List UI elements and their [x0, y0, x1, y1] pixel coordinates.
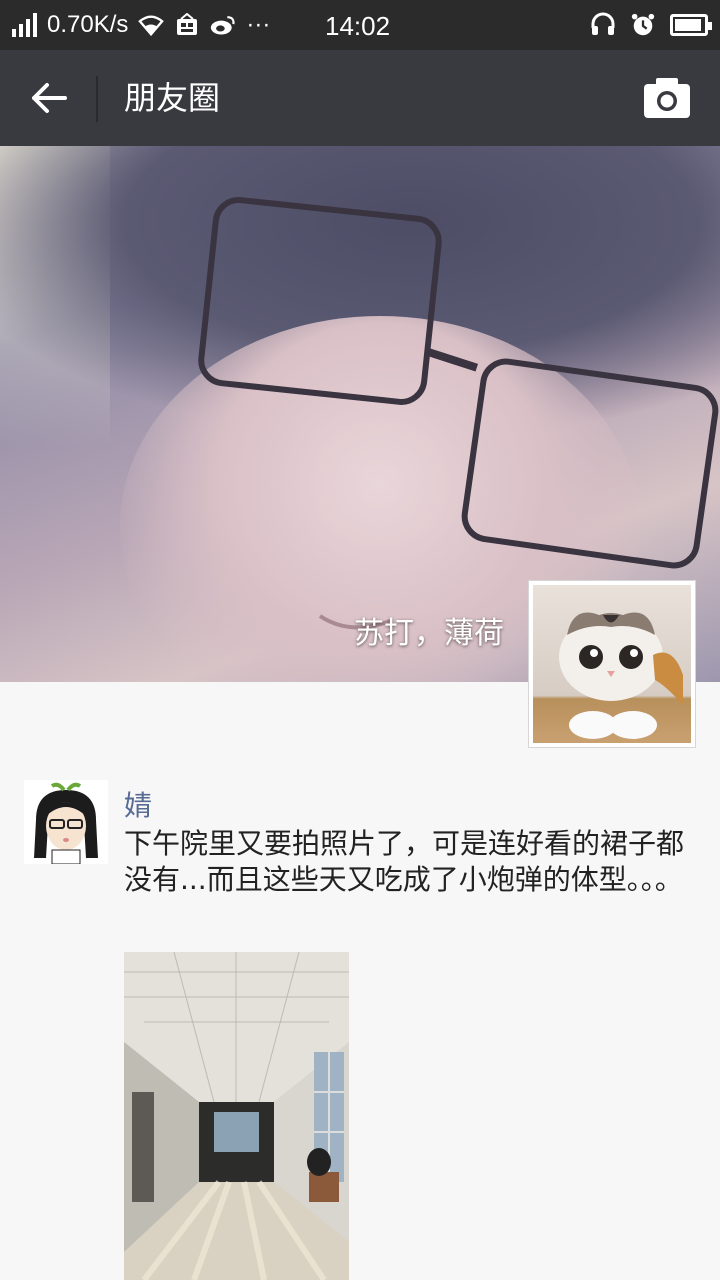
back-button[interactable]: [22, 74, 76, 122]
alarm-icon: [630, 12, 656, 38]
post-avatar[interactable]: [24, 780, 108, 864]
battery-icon: [670, 14, 712, 36]
status-left: 0.70K/s ···: [12, 0, 270, 50]
profile-avatar[interactable]: [528, 580, 696, 748]
signal-icon: [12, 13, 37, 37]
camera-button[interactable]: [642, 76, 692, 120]
arrow-left-icon: [32, 83, 67, 113]
title-divider: [96, 76, 98, 122]
status-bar: 0.70K/s ··· 14:02: [0, 0, 720, 50]
cartoon-girl-image: [24, 780, 108, 864]
post-username[interactable]: 婧: [124, 784, 152, 824]
more-icon: ···: [246, 11, 271, 38]
glasses-right: [458, 355, 720, 572]
page-title: 朋友圈: [124, 79, 221, 117]
corridor-image: [124, 952, 349, 1280]
network-speed: 0.70K/s: [47, 11, 129, 38]
post-photo[interactable]: [124, 952, 349, 1280]
title-bar: 朋友圈: [0, 50, 720, 146]
status-right: [590, 0, 712, 50]
profile-nickname: 苏打，薄荷: [354, 616, 504, 651]
clock: 14:02: [325, 11, 391, 41]
weibo-icon: [210, 12, 236, 38]
camera-icon: [644, 78, 690, 118]
glasses-left: [195, 194, 445, 408]
cat-image: [559, 612, 683, 739]
store-icon: [174, 12, 200, 38]
post-text: 下午院里又要拍照片了，可是连好看的裙子都没有...而且这些天又吃成了小炮弹的体型…: [124, 827, 685, 896]
headset-icon: [590, 12, 616, 38]
wifi-icon: [138, 12, 165, 38]
